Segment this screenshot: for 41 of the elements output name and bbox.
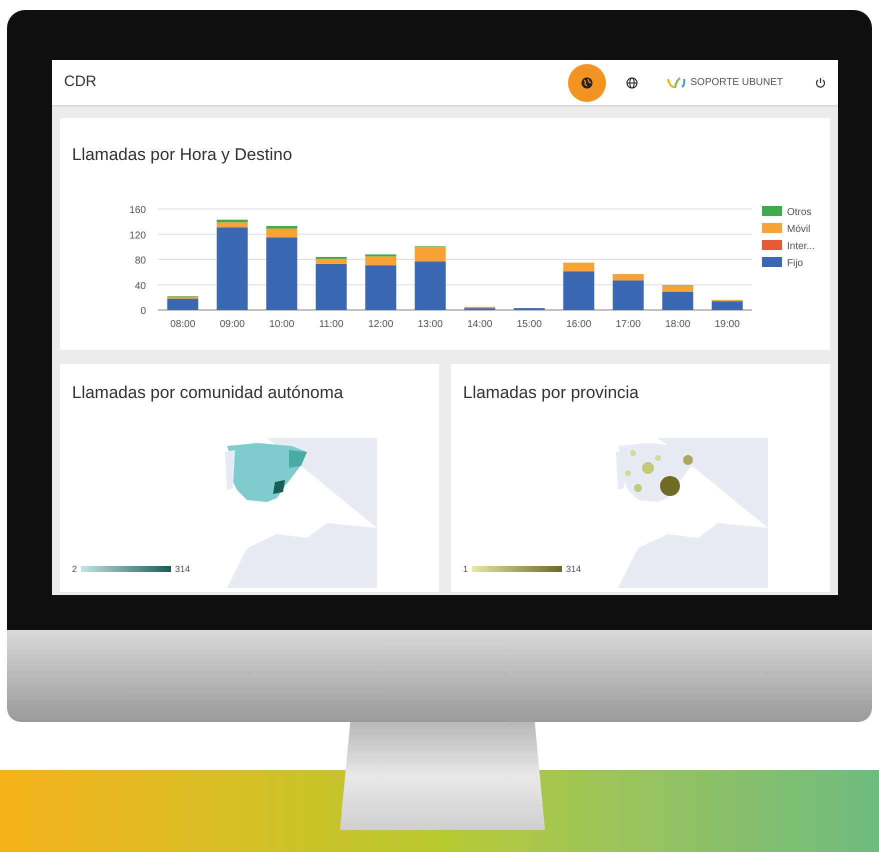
scale-min-label: 2 bbox=[72, 562, 78, 576]
legend-swatch bbox=[762, 222, 782, 232]
globe-fab-button[interactable] bbox=[568, 64, 606, 102]
scale-min-label: 1 bbox=[463, 562, 468, 576]
app-title: CDR bbox=[64, 72, 96, 92]
scale-max-label: 314 bbox=[175, 562, 190, 576]
axis-tick-label: 15:00 bbox=[516, 318, 542, 330]
brand-label: SOPORTE UBUNET bbox=[690, 76, 783, 90]
card-title: Llamadas por comunidad autónoma bbox=[72, 382, 344, 404]
axis-tick-label: 11:00 bbox=[319, 318, 344, 330]
axis-tick-label: 19:00 bbox=[714, 318, 740, 330]
axis-tick-label: 09:00 bbox=[220, 318, 245, 330]
axis-tick-label: 08:00 bbox=[170, 318, 196, 330]
card-title: Llamadas por provincia bbox=[463, 382, 640, 404]
axis-tick-label: 14:00 bbox=[467, 318, 492, 330]
axis-tick-label: 12:00 bbox=[368, 318, 394, 330]
axis-tick-label: 18:00 bbox=[665, 318, 690, 330]
power-button[interactable] bbox=[815, 76, 826, 88]
scale-max-label: 314 bbox=[566, 562, 582, 576]
axis-tick-label: 0 bbox=[140, 306, 146, 316]
legend-label: Otros bbox=[787, 206, 812, 218]
axis-tick-label: 13:00 bbox=[418, 318, 443, 330]
globe-icon bbox=[626, 76, 638, 88]
legend-label: Fijo bbox=[787, 258, 804, 268]
globe-icon bbox=[581, 76, 594, 88]
axis-tick-label: 80 bbox=[134, 255, 146, 266]
axis-tick-label: 120 bbox=[129, 230, 146, 241]
logo-icon bbox=[666, 76, 686, 88]
power-icon bbox=[815, 76, 826, 88]
legend-label: Inter... bbox=[787, 240, 815, 252]
language-button[interactable] bbox=[626, 76, 638, 88]
card-title: Llamadas por Hora y Destino bbox=[71, 144, 294, 166]
legend-swatch bbox=[762, 240, 782, 250]
legend-swatch bbox=[762, 256, 782, 266]
axis-tick-label: 10:00 bbox=[269, 318, 294, 330]
legend-label: Móvil bbox=[787, 224, 810, 234]
axis-tick-label: 40 bbox=[134, 280, 146, 292]
axis-tick-label: 160 bbox=[129, 204, 146, 216]
legend-swatch bbox=[762, 206, 782, 216]
axis-tick-label: 16:00 bbox=[566, 318, 592, 330]
axis-tick-label: 17:00 bbox=[616, 318, 641, 330]
